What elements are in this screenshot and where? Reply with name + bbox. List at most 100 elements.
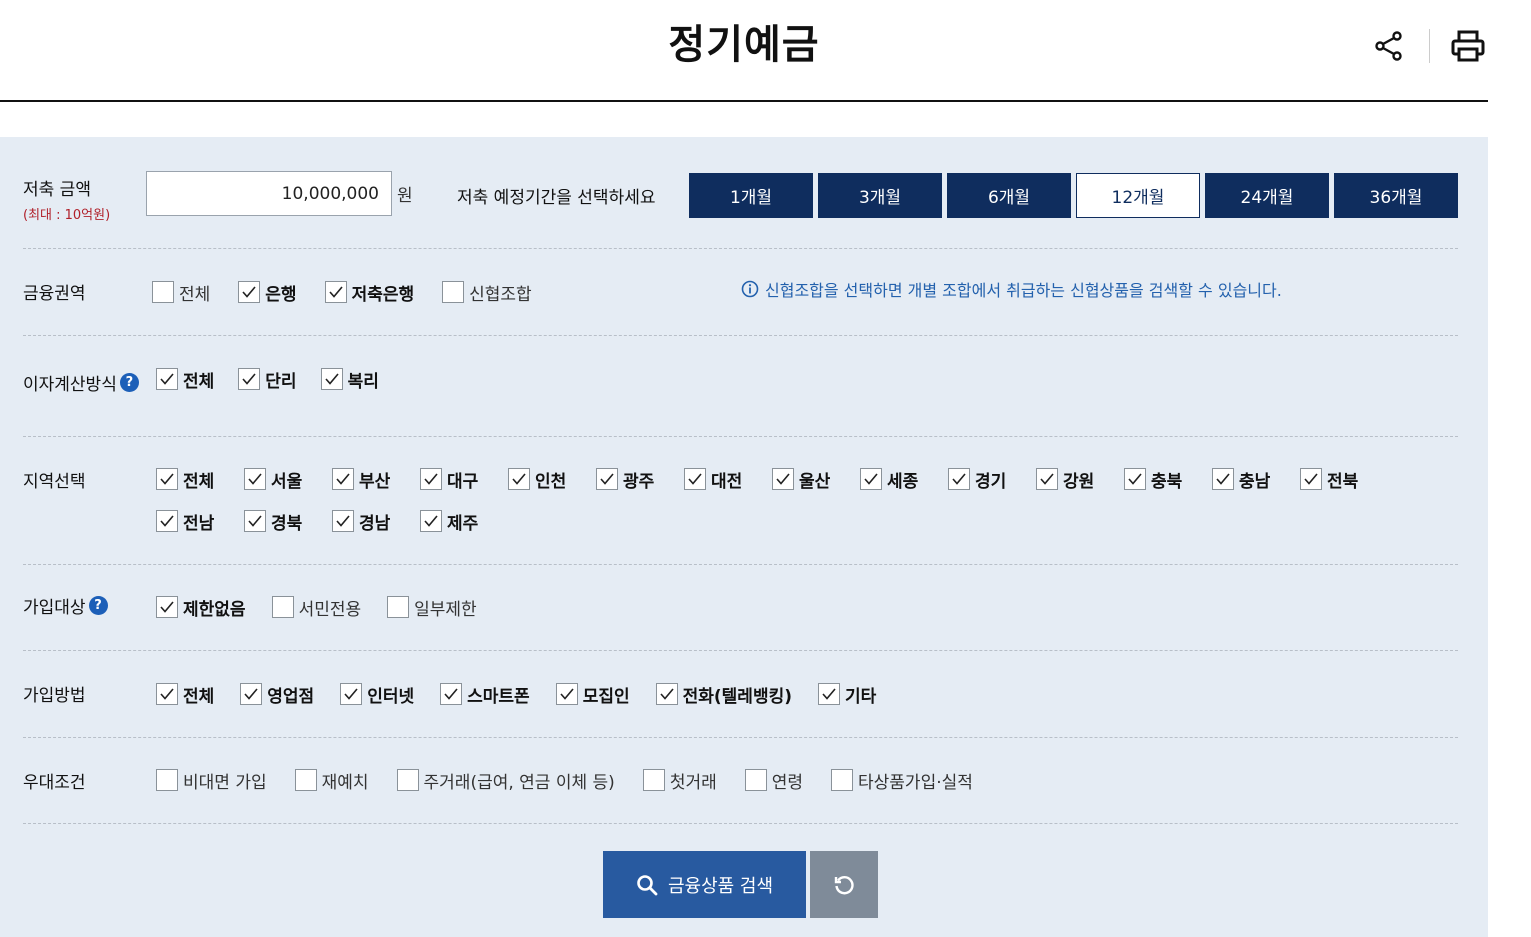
checkmark-icon	[328, 286, 343, 298]
method-option[interactable]: 전화(텔레뱅킹)	[655, 679, 792, 709]
interest-option[interactable]: 단리	[238, 364, 297, 394]
method-option[interactable]: 인터넷	[340, 679, 414, 709]
checkbox[interactable]	[396, 769, 419, 791]
method-option[interactable]: 스마트폰	[440, 679, 530, 709]
region-option[interactable]: 부산	[332, 464, 420, 494]
sector-option[interactable]: 전체	[152, 277, 210, 307]
checkbox[interactable]	[324, 281, 347, 303]
checkbox[interactable]	[508, 468, 530, 490]
share-button[interactable]	[1369, 24, 1409, 68]
region-option[interactable]: 제주	[420, 506, 508, 536]
preference-option[interactable]: 비대면 가입	[156, 765, 267, 795]
checkbox[interactable]	[156, 468, 178, 490]
checkbox[interactable]	[240, 683, 263, 705]
target-option[interactable]: 일부제한	[387, 592, 477, 622]
preference-option[interactable]: 타상품가입·실적	[831, 765, 973, 795]
region-option[interactable]: 광주	[596, 464, 684, 494]
checkbox[interactable]	[860, 468, 882, 490]
checkbox[interactable]	[152, 281, 174, 303]
checkbox[interactable]	[420, 510, 442, 532]
period-button[interactable]: 3개월	[818, 173, 942, 218]
checkbox[interactable]	[156, 596, 178, 618]
checkbox[interactable]	[684, 468, 706, 490]
method-option[interactable]: 기타	[818, 679, 876, 709]
checkbox[interactable]	[442, 281, 465, 303]
sector-option[interactable]: 은행	[238, 277, 297, 307]
interest-option[interactable]: 전체	[156, 364, 214, 394]
method-option[interactable]: 영업점	[240, 679, 314, 709]
checkmark-icon	[424, 515, 438, 527]
method-option[interactable]: 모집인	[555, 679, 630, 709]
checkbox[interactable]	[332, 510, 354, 532]
region-option[interactable]: 전북	[1300, 464, 1388, 494]
region-option[interactable]: 서울	[244, 464, 332, 494]
period-button[interactable]: 24개월	[1205, 173, 1329, 218]
print-button[interactable]	[1448, 24, 1488, 68]
checkbox[interactable]	[818, 683, 840, 705]
checkbox[interactable]	[948, 468, 970, 490]
region-option[interactable]: 인천	[508, 464, 596, 494]
region-option[interactable]: 울산	[772, 464, 860, 494]
checkbox[interactable]	[420, 468, 442, 490]
checkbox[interactable]	[1036, 468, 1058, 490]
checkbox[interactable]	[320, 368, 343, 390]
checkbox[interactable]	[238, 281, 261, 303]
checkbox[interactable]	[1300, 468, 1322, 490]
checkbox[interactable]	[440, 683, 463, 705]
preference-option[interactable]: 주거래(급여, 연금 이체 등)	[396, 765, 615, 795]
region-option[interactable]: 강원	[1036, 464, 1124, 494]
region-option[interactable]: 대구	[420, 464, 508, 494]
checkbox[interactable]	[294, 769, 317, 791]
region-option[interactable]: 세종	[860, 464, 948, 494]
interest-help-icon[interactable]: ?	[119, 373, 139, 392]
checkbox[interactable]	[1212, 468, 1234, 490]
period-button[interactable]: 6개월	[947, 173, 1071, 218]
checkbox[interactable]	[642, 769, 665, 791]
reset-button[interactable]	[810, 851, 878, 918]
checkbox[interactable]	[332, 468, 354, 490]
preference-option-label: 타상품가입·실적	[858, 772, 973, 793]
region-option[interactable]: 충북	[1124, 464, 1212, 494]
interest-option-label: 단리	[265, 371, 297, 392]
amount-input[interactable]	[146, 171, 392, 216]
checkbox[interactable]	[387, 596, 410, 618]
interest-option[interactable]: 복리	[320, 364, 379, 394]
region-option[interactable]: 경북	[244, 506, 332, 536]
region-option[interactable]: 대전	[684, 464, 772, 494]
method-option-label: 영업점	[267, 686, 315, 707]
checkbox[interactable]	[156, 683, 178, 705]
checkbox[interactable]	[244, 468, 266, 490]
checkbox[interactable]	[596, 468, 618, 490]
sector-option[interactable]: 신협조합	[442, 277, 532, 307]
checkbox[interactable]	[340, 683, 363, 705]
search-button[interactable]: 금융상품 검색	[603, 851, 806, 918]
target-option[interactable]: 제한없음	[156, 592, 246, 622]
target-option[interactable]: 서민전용	[271, 592, 361, 622]
checkbox[interactable]	[156, 368, 178, 390]
region-option[interactable]: 경남	[332, 506, 420, 536]
preference-option[interactable]: 재예치	[294, 765, 369, 795]
checkbox[interactable]	[156, 510, 178, 532]
checkbox[interactable]	[1124, 468, 1146, 490]
region-option[interactable]: 전체	[156, 464, 244, 494]
preference-option[interactable]: 첫거래	[642, 765, 717, 795]
sector-option[interactable]: 저축은행	[324, 277, 414, 307]
checkbox[interactable]	[831, 769, 854, 791]
period-button[interactable]: 1개월	[689, 173, 813, 218]
checkbox[interactable]	[772, 468, 794, 490]
period-button[interactable]: 36개월	[1334, 173, 1458, 218]
checkbox[interactable]	[744, 769, 767, 791]
target-help-icon[interactable]: ?	[88, 596, 108, 615]
checkbox[interactable]	[156, 769, 178, 791]
period-button[interactable]: 12개월	[1076, 173, 1200, 218]
checkbox[interactable]	[655, 683, 678, 705]
checkbox[interactable]	[555, 683, 578, 705]
method-option[interactable]: 전체	[156, 679, 214, 709]
checkbox[interactable]	[238, 368, 261, 390]
region-option[interactable]: 경기	[948, 464, 1036, 494]
region-option[interactable]: 전남	[156, 506, 244, 536]
checkbox[interactable]	[244, 510, 266, 532]
preference-option[interactable]: 연령	[744, 765, 803, 795]
checkbox[interactable]	[271, 596, 294, 618]
region-option[interactable]: 충남	[1212, 464, 1300, 494]
